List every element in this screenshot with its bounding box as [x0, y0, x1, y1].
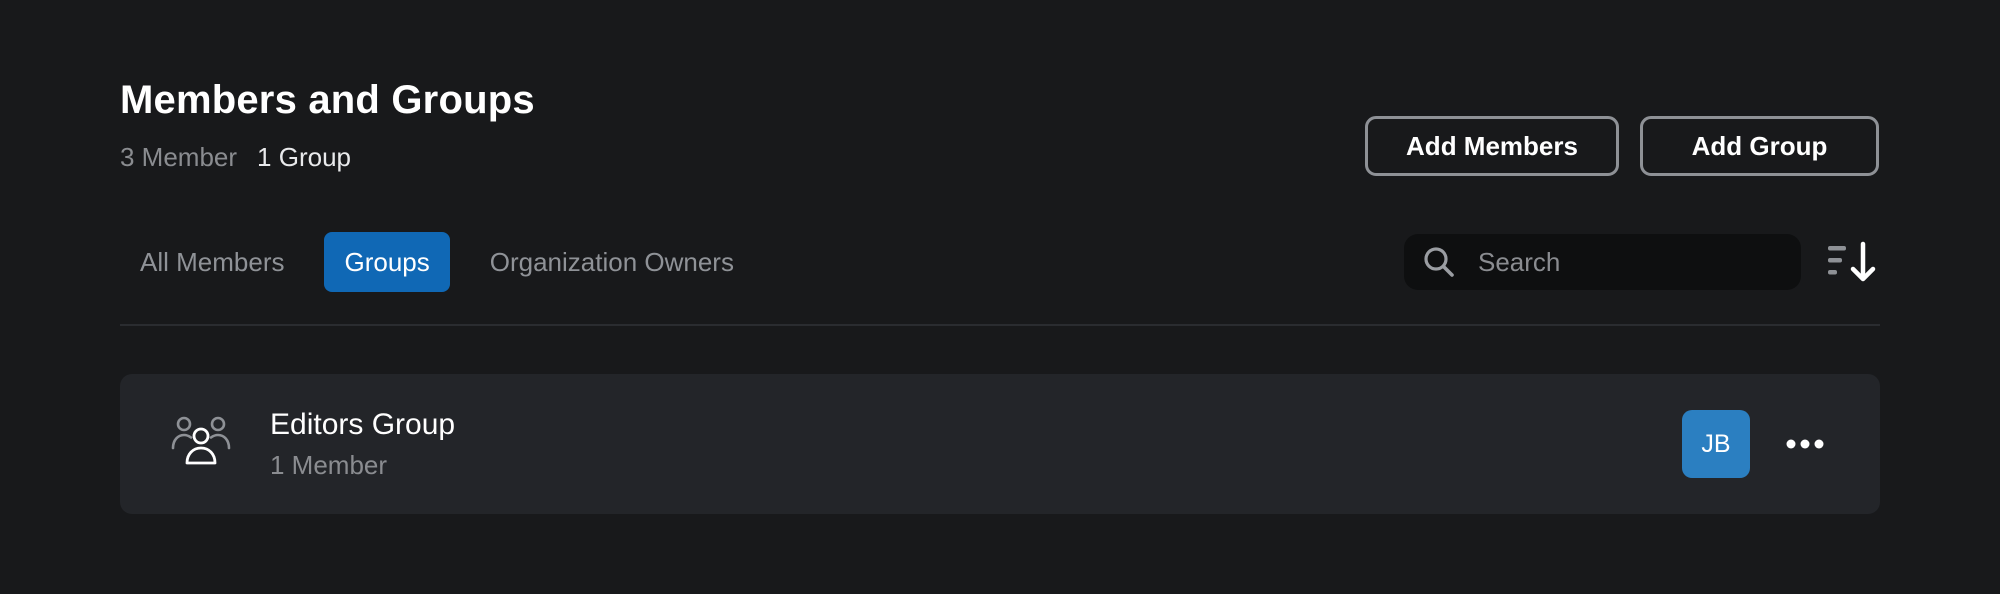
group-icon — [171, 416, 231, 465]
search-input[interactable] — [1476, 245, 1780, 279]
more-options-button[interactable] — [1775, 426, 1835, 462]
section-divider — [120, 324, 1880, 326]
members-and-groups-page: Members and Groups 3 Member 1 Group Add … — [0, 0, 2000, 594]
group-name: Editors Group — [270, 408, 456, 441]
group-row[interactable]: Editors Group 1 Member JB — [120, 374, 1880, 514]
search-icon — [1424, 247, 1454, 277]
more-horizontal-icon — [1786, 439, 1824, 449]
search-box[interactable] — [1404, 234, 1801, 290]
member-count: 3 Member — [120, 142, 238, 172]
tab-organization-owners[interactable]: Organization Owners — [470, 232, 754, 292]
add-members-button[interactable]: Add Members — [1365, 116, 1619, 176]
add-group-button[interactable]: Add Group — [1640, 116, 1879, 176]
tab-bar: All Members Groups Organization Owners — [120, 232, 774, 292]
tab-groups[interactable]: Groups — [324, 232, 450, 292]
page-title: Members and Groups — [120, 78, 535, 122]
avatar[interactable]: JB — [1682, 410, 1750, 478]
tab-all-members[interactable]: All Members — [120, 232, 304, 292]
sort-descending-icon[interactable] — [1826, 240, 1880, 284]
summary-counts: 3 Member 1 Group — [120, 142, 351, 173]
group-count: 1 Group — [257, 142, 351, 172]
group-member-count: 1 Member — [270, 450, 388, 480]
